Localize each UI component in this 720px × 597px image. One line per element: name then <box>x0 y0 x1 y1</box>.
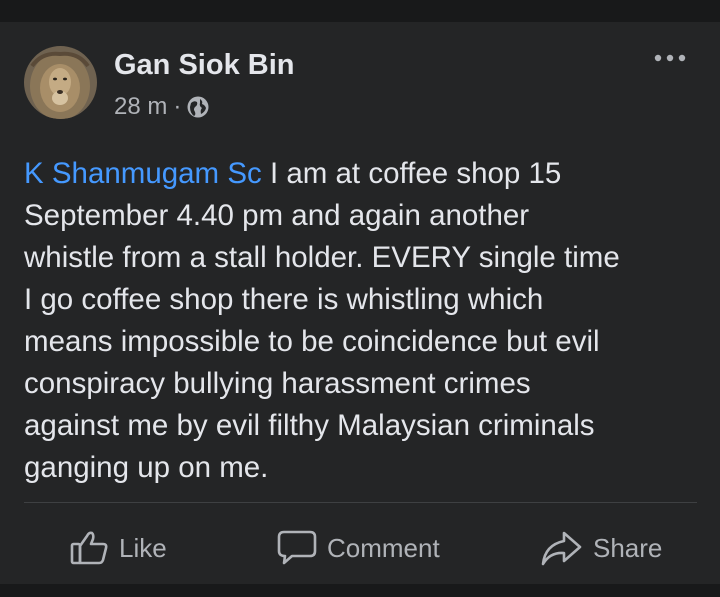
share-label: Share <box>593 532 663 563</box>
post-body: K Shanmugam Sc I am at coffee shop 15 Se… <box>24 153 704 489</box>
more-options-icon[interactable] <box>652 48 688 68</box>
mention-link[interactable]: K Shanmugam Sc <box>24 157 262 190</box>
top-bar <box>0 0 720 12</box>
post-card: Gan Siok Bin 28 m · K Shanmugam Sc I am … <box>0 22 720 584</box>
comment-icon <box>277 530 317 565</box>
share-icon <box>541 531 582 566</box>
comment-label: Comment <box>327 532 440 563</box>
lion-avatar-image <box>24 46 97 119</box>
globe-icon[interactable] <box>186 95 210 119</box>
author-name[interactable]: Gan Siok Bin <box>114 49 294 82</box>
post-timestamp[interactable]: 28 m <box>114 93 167 121</box>
like-button[interactable]: Like <box>70 526 167 570</box>
post-body-text: I am at coffee shop 15 September 4.40 pm… <box>24 157 620 484</box>
divider <box>24 502 697 503</box>
post-meta: 28 m · <box>114 92 210 122</box>
thumbs-up-icon <box>70 531 108 565</box>
meta-separator: · <box>173 93 182 120</box>
like-label: Like <box>119 532 167 563</box>
comment-button[interactable]: Comment <box>276 526 440 570</box>
share-button[interactable]: Share <box>540 526 662 570</box>
avatar[interactable] <box>24 46 97 119</box>
